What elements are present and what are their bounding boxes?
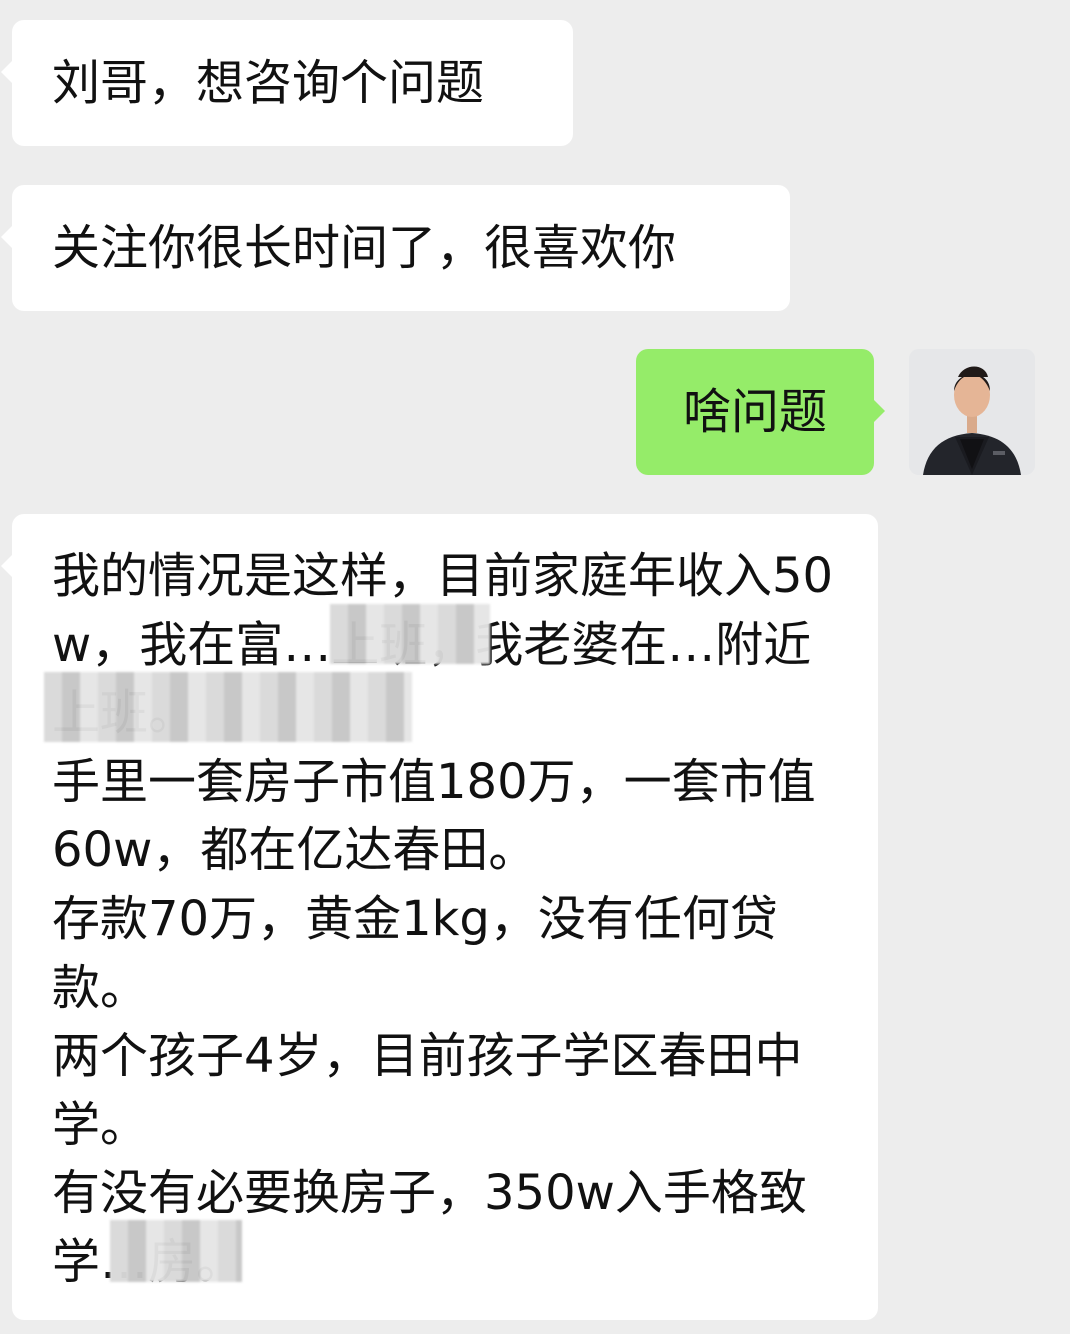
outgoing-message[interactable]: 啥问题 (636, 349, 885, 475)
redaction-blur (44, 672, 412, 742)
person-avatar-icon[interactable] (909, 349, 1035, 475)
incoming-message[interactable]: 关注你很长时间了，很喜欢你 (1, 185, 790, 311)
redaction-blur (330, 604, 490, 664)
chat-area: 刘哥，想咨询个问题 关注你很长时间了，很喜欢你 啥问题 我的情况是这样，目前家庭… (0, 0, 1070, 1334)
incoming-message[interactable]: 刘哥，想咨询个问题 (1, 20, 573, 146)
redaction-blur (110, 1220, 242, 1282)
